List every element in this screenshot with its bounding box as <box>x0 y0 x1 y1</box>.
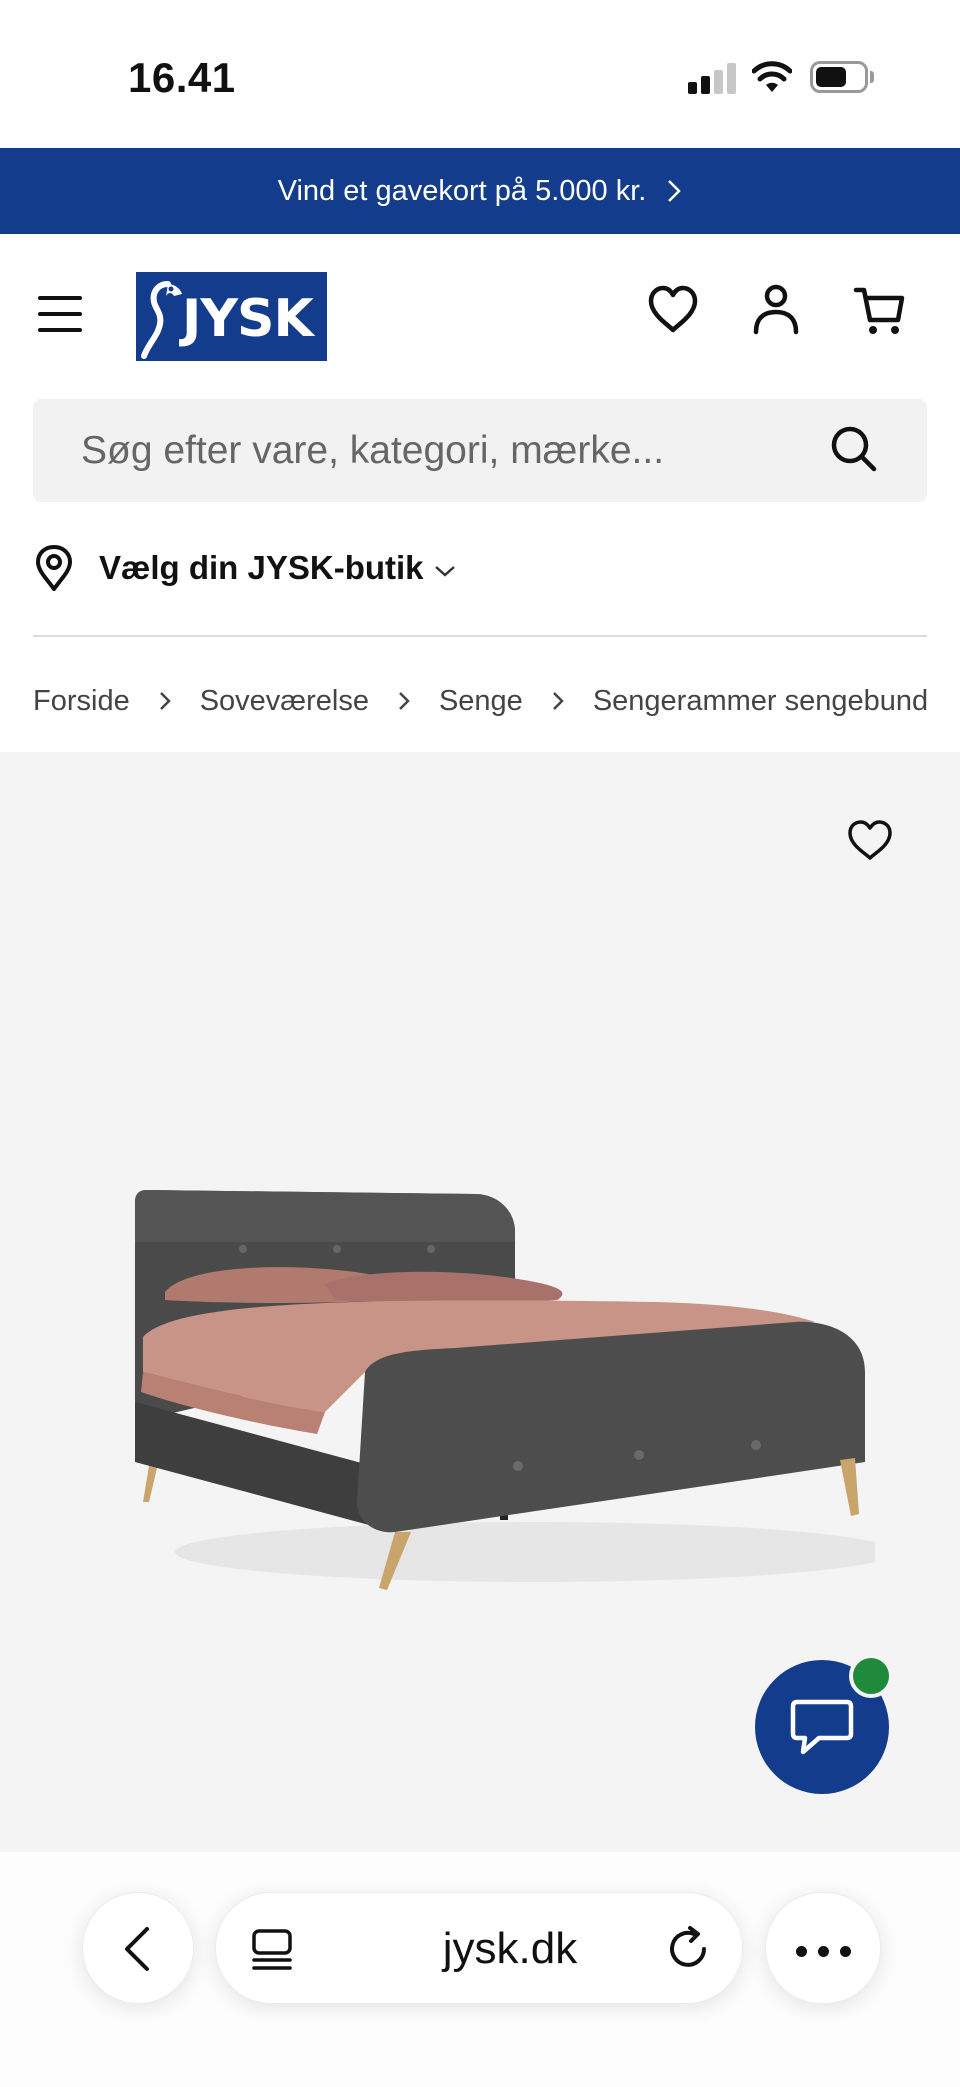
menu-icon[interactable] <box>38 296 84 332</box>
cellular-signal-icon <box>688 62 736 94</box>
product-image-gallery[interactable] <box>0 752 960 1852</box>
chevron-right-icon <box>399 692 410 710</box>
address-bar[interactable]: jysk.dk <box>215 1892 743 2004</box>
breadcrumb-item[interactable]: Forside <box>33 685 130 718</box>
chevron-down-icon <box>434 566 455 577</box>
promo-text: Vind et gavekort på 5.000 kr. <box>277 174 647 207</box>
chevron-right-icon <box>552 692 564 710</box>
chevron-left-icon <box>125 1927 149 1971</box>
store-picker-label: Vælg din JYSK-butik <box>99 549 424 586</box>
promo-banner[interactable]: Vind et gavekort på 5.000 kr. <box>0 148 960 234</box>
browser-toolbar: jysk.dk <box>0 1852 960 2087</box>
search-input[interactable] <box>81 399 821 502</box>
status-time: 16.41 <box>128 54 236 101</box>
battery-icon <box>810 61 874 93</box>
breadcrumb-item[interactable]: Senge <box>439 685 523 718</box>
more-options-button[interactable] <box>765 1892 881 2004</box>
divider <box>33 635 927 637</box>
site-header: JYSK <box>0 234 960 390</box>
jysk-logo[interactable]: JYSK <box>136 272 327 361</box>
logo-wordmark: JYSK <box>182 288 314 349</box>
breadcrumb: Forside Soveværelse Senge Sengerammer se… <box>33 678 927 724</box>
add-to-wishlist-icon[interactable] <box>846 818 894 862</box>
bird-logo-icon <box>141 280 182 359</box>
cart-icon[interactable] <box>852 282 908 338</box>
tabs-icon[interactable] <box>250 1927 294 1971</box>
reload-icon[interactable] <box>664 1925 712 1973</box>
breadcrumb-item[interactable]: Soveværelse <box>200 685 369 718</box>
chevron-right-icon <box>668 180 682 202</box>
chat-button[interactable] <box>755 1654 893 1794</box>
chat-bubble-icon <box>790 1699 854 1755</box>
account-icon[interactable] <box>748 282 804 338</box>
search-icon[interactable] <box>826 421 882 477</box>
chevron-right-icon <box>159 692 171 710</box>
store-picker[interactable]: Vælg din JYSK-butik <box>33 540 456 596</box>
location-pin-icon <box>35 545 73 591</box>
url-text: jysk.dk <box>442 1924 578 1973</box>
heart-icon[interactable] <box>645 282 701 338</box>
breadcrumb-item[interactable]: Sengerammer sengebunde og <box>593 685 927 718</box>
online-status-indicator <box>849 1654 893 1698</box>
product-image-bed <box>135 1190 875 1590</box>
browser-back-button[interactable] <box>82 1892 194 2004</box>
search-bar <box>33 399 927 502</box>
status-bar: 16.41 <box>0 0 960 148</box>
wifi-icon <box>752 61 792 92</box>
